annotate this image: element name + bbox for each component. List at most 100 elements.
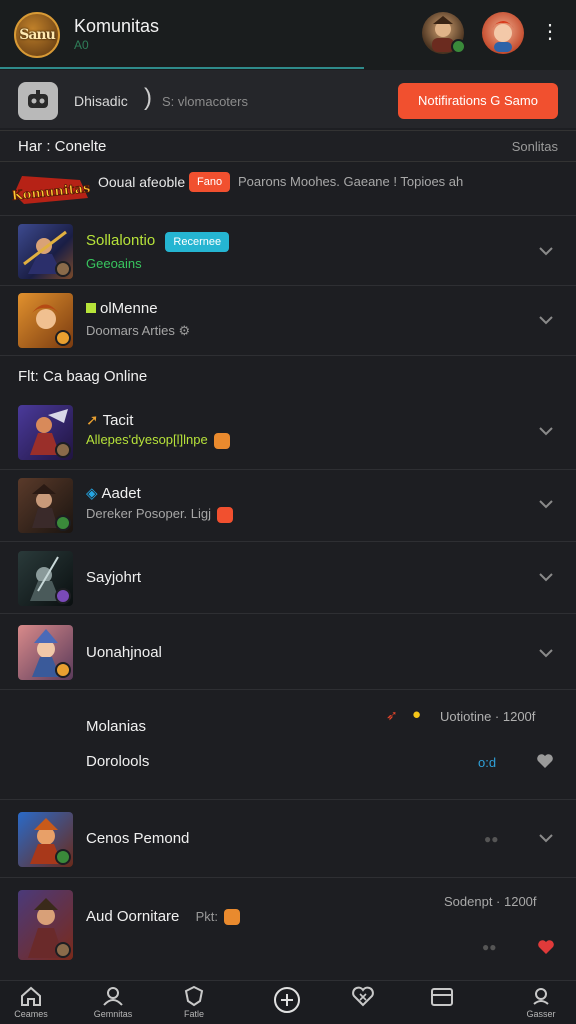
nav-item-fatle[interactable]: Fatle xyxy=(159,985,229,1019)
typing-icon: ●● xyxy=(484,832,499,846)
heart-x-icon xyxy=(352,986,374,1007)
list-item-subtitle: Dereker Posoper. Ligj xyxy=(86,506,234,523)
notifications-button[interactable]: Notifirations G Samo xyxy=(398,83,558,119)
list-item-title: Uonahjnoal xyxy=(86,644,162,661)
more-menu-icon[interactable]: ⋮ xyxy=(540,20,560,44)
chevron-down-icon[interactable] xyxy=(536,828,556,848)
featured-badge: Fano xyxy=(189,172,231,192)
chevron-down-icon[interactable] xyxy=(536,310,556,330)
list-item-title: Aud Oornitare Pkt: xyxy=(86,908,240,926)
logo-text: Sanu xyxy=(19,27,56,43)
nav-label: Gasser xyxy=(526,1009,556,1019)
list-item-title: Sayjohrt xyxy=(86,569,142,586)
nav-item-cards[interactable] xyxy=(407,985,477,1009)
nav-item-favorites[interactable] xyxy=(328,985,398,1009)
status-badge: Recernee xyxy=(165,232,230,252)
nav-item-games[interactable]: Ceames xyxy=(0,985,66,1019)
list-item-title-text: olMenne xyxy=(100,300,158,317)
list-item-title: olMenne xyxy=(86,300,158,317)
post-meta: Sodenpt · 1200f xyxy=(444,894,537,909)
nav-item-community[interactable]: Gemnitas xyxy=(78,985,148,1019)
app-logo[interactable]: Sanu xyxy=(14,12,60,58)
list-item-subtitle: Geeoains xyxy=(86,256,142,271)
chevron-down-icon[interactable] xyxy=(536,643,556,663)
online-badge-icon xyxy=(451,39,466,54)
list-item-tag: Pkt: xyxy=(195,909,218,924)
chevron-down-icon[interactable] xyxy=(536,421,556,441)
game-logo: Komunitas xyxy=(12,176,90,204)
trophy-icon: ● xyxy=(412,706,422,723)
avatar-friend[interactable] xyxy=(422,12,466,54)
list-item-subtitle: Allepes'dyesop[l]lnpe xyxy=(86,432,230,449)
post-meta: Uotiotine · 1200f xyxy=(440,709,536,724)
list-item[interactable]: Sollalontio Recernee Geeoains xyxy=(0,218,576,286)
heart-icon[interactable] xyxy=(536,752,554,770)
sword-icon: ➚ xyxy=(86,412,99,429)
page-subtitle: A0 xyxy=(74,38,89,52)
toolbar-label[interactable]: Dhisadic xyxy=(74,93,128,109)
avatar-user[interactable] xyxy=(482,12,524,54)
game-badge-icon xyxy=(55,942,71,958)
list-item-subtitle-text: Dereker Posoper. Ligj xyxy=(86,506,212,521)
game-badge-icon xyxy=(55,261,71,277)
section-header: Har : Conelte Sonlitas xyxy=(0,130,576,162)
game-badge-icon xyxy=(55,330,71,346)
avatar-user-portrait-icon xyxy=(492,21,514,52)
list-item-title-text: Aud Oornitare xyxy=(86,908,180,925)
featured-description: Poarons Moohes. Gaeane ! Topioes ah xyxy=(238,174,464,189)
settings-icon xyxy=(533,988,549,1005)
game-thumbnail xyxy=(18,405,73,460)
list-item-title: Sollalontio Recernee xyxy=(86,232,230,252)
game-thumbnail xyxy=(18,551,73,606)
gift-icon xyxy=(223,909,240,926)
settings-small-icon: ⚙ xyxy=(178,323,191,338)
nav-item-add[interactable] xyxy=(252,985,322,1015)
game-badge-icon xyxy=(55,442,71,458)
square-icon xyxy=(86,303,96,313)
game-badge-icon xyxy=(55,588,71,604)
list-item[interactable]: Sayjohrt xyxy=(0,544,576,614)
tab-indicator xyxy=(0,67,364,69)
list-item-subtitle-text: Doomars Arties xyxy=(86,323,175,338)
game-badge-icon xyxy=(55,849,71,865)
list-item-title-text: Sollalontio xyxy=(86,232,156,249)
gift-icon xyxy=(213,432,230,449)
alert-icon xyxy=(217,506,234,523)
shield-icon: ◈ xyxy=(86,485,98,502)
app-header: Sanu Komunitas A0 ⋮ xyxy=(0,0,576,70)
game-thumbnail xyxy=(18,812,73,867)
plus-circle-icon xyxy=(274,987,300,1013)
list-item[interactable]: olMenne Doomars Arties ⚙ xyxy=(0,288,576,356)
bottom-nav: Ceames Gemnitas Fatle Gasser xyxy=(0,980,576,1024)
list-item-title-text: Aadet xyxy=(101,485,141,502)
nav-label: Ceames xyxy=(14,1009,48,1019)
game-thumbnail xyxy=(18,224,73,279)
game-badge-icon xyxy=(55,515,71,531)
list-item-subtitle: Doomars Arties ⚙ xyxy=(86,323,190,339)
list-item-title: Cenos Pemond xyxy=(86,830,190,847)
chevron-down-icon[interactable] xyxy=(536,567,556,587)
nav-item-settings[interactable]: Gasser xyxy=(506,985,576,1019)
list-item[interactable]: ➚ Tacit Allepes'dyesop[l]lnpe xyxy=(0,400,576,470)
chevron-down-icon[interactable] xyxy=(536,494,556,514)
robot-icon[interactable] xyxy=(18,82,58,120)
list-item[interactable]: Aud Oornitare Pkt: Sodenpt · 1200f ●● xyxy=(0,880,576,978)
list-item[interactable]: Uonahjnoal xyxy=(0,616,576,690)
list-item[interactable]: ◈ Aadet Dereker Posoper. Ligj xyxy=(0,472,576,542)
post-card[interactable]: Molanias Dorolools ➶ ● Uotiotine · 1200f… xyxy=(0,692,576,800)
typing-icon: ●● xyxy=(482,940,497,954)
list-item-title-text: Tacit xyxy=(102,412,134,429)
featured-row[interactable]: Komunitas Ooual afeoble Fano Poarons Moo… xyxy=(0,164,576,216)
post-title: Molanias xyxy=(86,718,147,735)
card-icon xyxy=(431,988,453,1006)
community-icon xyxy=(103,987,123,1006)
heart-icon[interactable] xyxy=(537,938,555,956)
list-item-subtitle-text: Allepes'dyesop[l]lnpe xyxy=(86,432,208,447)
featured-title: Ooual afeoble xyxy=(98,174,186,190)
post-link[interactable]: o:d xyxy=(478,755,496,770)
chevron-down-icon[interactable] xyxy=(536,241,556,261)
section-link[interactable]: Sonlitas xyxy=(512,139,558,154)
list-item[interactable]: Cenos Pemond ●● xyxy=(0,802,576,878)
search-input[interactable]: S: vlomacoters xyxy=(162,94,248,109)
list-item-title: ◈ Aadet xyxy=(86,484,141,502)
